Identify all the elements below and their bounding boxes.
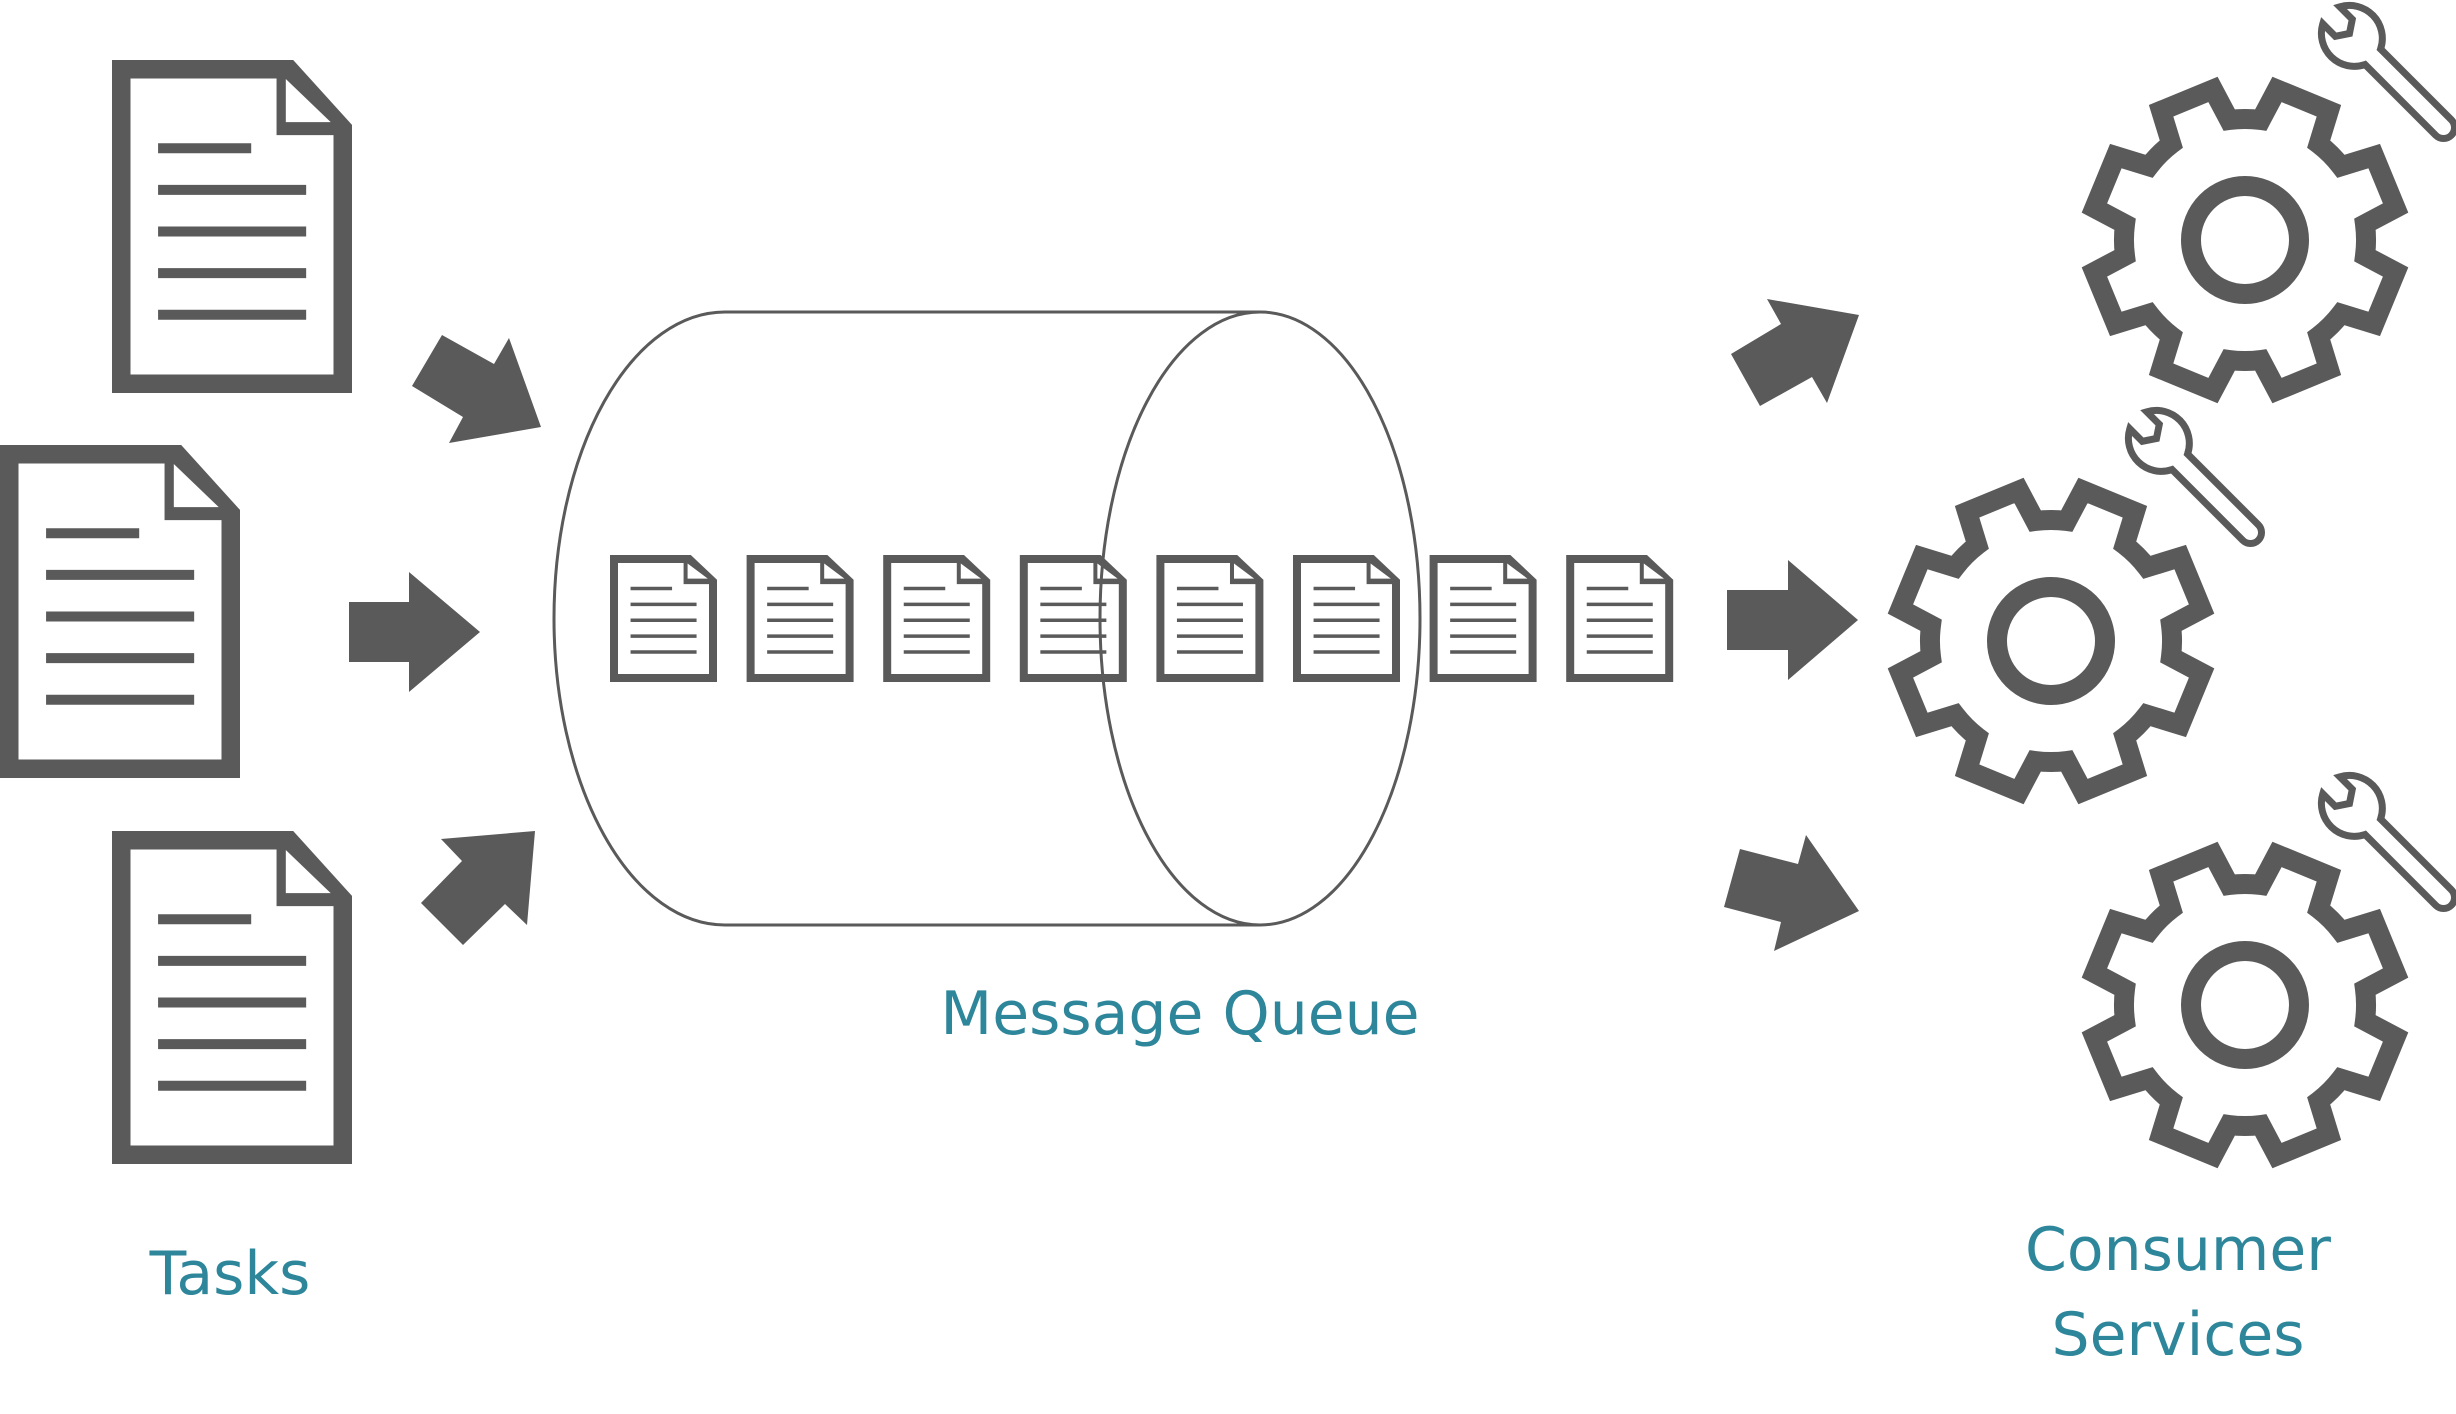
document-text-line [1450,634,1517,638]
document-text-line [1313,586,1356,591]
task-document-icon [112,60,352,393]
document-text-line [1040,618,1107,622]
arrow-icon [1731,299,1859,406]
document-text-line [630,618,697,622]
consumer-services-label-line-2: Services [2051,1300,2305,1370]
gear-icon [1887,477,2215,805]
queued-message-icon [1156,555,1264,682]
document-text-line [630,650,697,654]
document-text-line [158,997,307,1008]
tasks-label: Tasks [149,1239,311,1309]
document-text-line [1586,618,1653,622]
document-text-line [1176,618,1243,622]
document-text-line [158,226,307,237]
document-text-line [1313,602,1380,607]
document-text-line [903,650,970,654]
consumer-service [1887,406,2265,805]
queued-message-icon [1429,555,1537,682]
queued-message-icon [610,555,717,682]
document-text-line [158,309,307,320]
task-document-icon [0,445,240,778]
gear-hub [2181,176,2309,304]
document-text-line [46,611,195,622]
document-text-line [630,634,697,638]
document-text-line [46,528,140,539]
arrow-icon [412,335,541,443]
consumer-service [2081,1,2456,404]
queued-message-icon [1293,555,1400,682]
consumer-services-label-line-1: Consumer [2025,1215,2331,1285]
document-text-line [1586,634,1653,638]
document-text-line [1586,586,1629,591]
document-text-line [1450,618,1517,622]
document-text-line [1450,586,1492,591]
document-text-line [1040,586,1082,591]
document-text-line [1450,602,1517,607]
message-queue-label: Message Queue [940,979,1420,1049]
document-text-line [903,602,970,607]
document-text-line [903,634,970,638]
document-text-line [1586,650,1653,654]
document-text-line [158,955,307,966]
document-text-line [158,1080,307,1091]
document-text-line [1176,602,1243,607]
document-text-line [767,602,834,607]
document-text-line [767,634,834,638]
diagram-canvas [0,1,2456,1169]
document-text-line [1313,650,1380,654]
arrow-icon [1724,835,1859,951]
document-text-line [1586,602,1653,607]
queued-message-icon [1019,555,1127,682]
document-text-line [46,569,195,580]
document-text-line [158,143,252,154]
document-text-line [158,914,252,925]
document-text-line [158,184,307,195]
document-text-line [46,694,195,705]
task-document-icon [112,831,352,1164]
document-text-line [1040,602,1107,607]
document-text-line [903,618,970,622]
arrow-icon [421,831,535,945]
gear-hub [1987,577,2115,705]
queued-message-icon [746,555,854,682]
queued-message-icon [1566,555,1674,682]
document-text-line [1040,650,1107,654]
queued-message-icon [883,555,991,682]
document-text-line [1176,650,1243,654]
document-text-line [1176,586,1219,591]
queued-messages [610,555,1674,682]
document-text-line [1313,634,1380,638]
document-text-line [767,618,834,622]
consumer-service [2081,771,2456,1169]
gear-icon [2081,841,2409,1169]
gear-icon [2081,76,2409,404]
document-text-line [46,653,195,664]
consumer-services-label: Consumer Services [1978,1208,2378,1378]
document-text-line [1176,634,1243,638]
task-documents [0,60,352,1164]
document-text-line [1313,618,1380,622]
arrow-icon [1727,560,1858,680]
wrench-icon [2317,771,2456,912]
document-text-line [767,586,809,591]
document-text-line [1040,634,1107,638]
document-text-line [903,586,946,591]
gear-hub [2181,941,2309,1069]
document-text-line [1450,650,1517,654]
consumer-services [1887,1,2456,1169]
document-text-line [767,650,834,654]
document-text-line [158,268,307,279]
document-text-line [630,586,673,591]
wrench-icon [2124,406,2265,547]
arrow-icon [349,572,480,692]
document-text-line [158,1039,307,1050]
document-text-line [630,602,697,607]
